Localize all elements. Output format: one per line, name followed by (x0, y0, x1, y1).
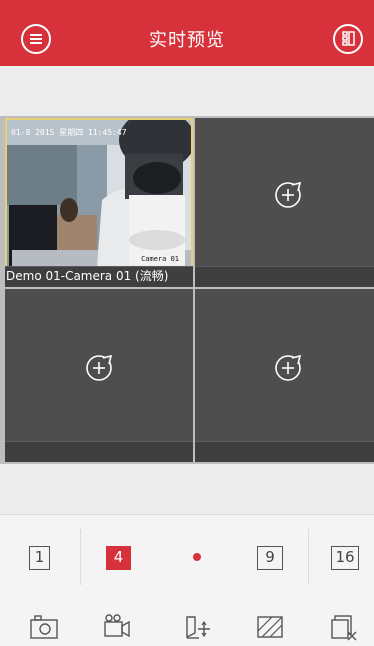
window-label-band (195, 266, 374, 287)
title-bar: 实时预览 (0, 0, 374, 66)
osd-timestamp: 01-8 2015 星期四 11:45:47 (11, 128, 127, 137)
ptz-icon[interactable] (181, 613, 213, 641)
preview-window-4[interactable] (195, 289, 374, 462)
add-channel-icon[interactable] (273, 353, 303, 383)
camera-label: Demo 01-Camera 01 (流畅) (6, 269, 169, 283)
window-label-band (5, 441, 193, 462)
close-all-icon[interactable] (329, 613, 361, 641)
capture-icon[interactable] (28, 613, 60, 641)
split-selector-bar: 1 4 9 16 (0, 514, 374, 600)
page-title: 实时预览 (149, 30, 225, 51)
live-video: 01-8 2015 星期四 11:45:47 Camera 01 (7, 120, 191, 267)
image-quality-icon[interactable] (254, 613, 286, 641)
osd-camera-name: Camera 01 (141, 255, 179, 263)
record-icon[interactable] (101, 613, 133, 641)
split-1-button[interactable]: 1 (29, 546, 50, 570)
split-9-button[interactable]: 9 (257, 546, 283, 570)
window-label-band (195, 441, 374, 462)
add-channel-icon[interactable] (273, 180, 303, 210)
preview-grid: 01-8 2015 星期四 11:45:47 Camera 01 Demo 01… (0, 116, 374, 464)
preview-window-3[interactable] (5, 289, 193, 462)
split-screen-icon[interactable] (333, 24, 363, 54)
preview-window-2[interactable] (195, 118, 374, 287)
add-channel-icon[interactable] (84, 353, 114, 383)
divider (308, 529, 309, 585)
split-16-button[interactable]: 16 (331, 546, 359, 570)
split-4-button[interactable]: 4 (106, 546, 131, 570)
preview-window-1[interactable]: 01-8 2015 星期四 11:45:47 Camera 01 Demo 01… (5, 118, 193, 287)
divider (80, 529, 81, 585)
bottom-toolbar (0, 599, 374, 646)
page-indicator-dot (193, 553, 201, 561)
